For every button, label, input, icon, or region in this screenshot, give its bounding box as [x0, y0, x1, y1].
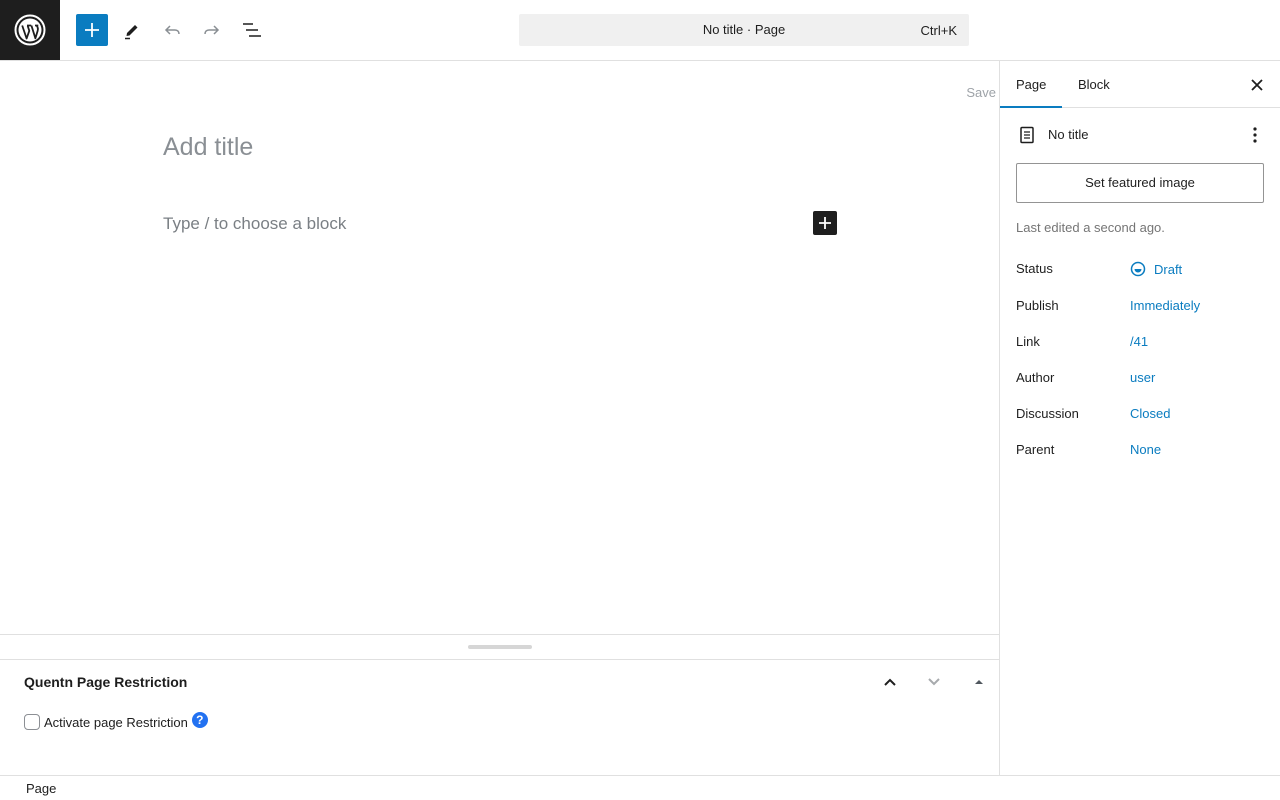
document-summary: No title	[1017, 123, 1267, 147]
link-row: Link /41	[1016, 334, 1266, 354]
undo-button[interactable]	[156, 14, 188, 46]
pencil-icon	[125, 25, 138, 40]
command-palette-bar[interactable]: No title · Page Ctrl+K	[519, 14, 969, 46]
status-label: Status	[1016, 261, 1053, 276]
settings-sidebar: Page Block No title Set featured image L…	[999, 61, 1280, 775]
redo-button[interactable]	[196, 14, 228, 46]
redo-icon	[204, 25, 220, 35]
status-value-text: Draft	[1154, 261, 1183, 277]
list-view-icon	[243, 23, 261, 37]
editor-footer: Page	[0, 775, 1280, 800]
parent-label: Parent	[1016, 442, 1055, 457]
tab-page[interactable]: Page	[1000, 61, 1063, 108]
status-value[interactable]: Draft	[1130, 261, 1182, 277]
discussion-row: Discussion Closed	[1016, 406, 1266, 426]
sidebar-document-title: No title	[1048, 127, 1089, 142]
link-value[interactable]: /41	[1130, 334, 1148, 349]
tab-block[interactable]: Block	[1062, 61, 1126, 108]
sidebar-tabs: Page Block	[1000, 61, 1280, 108]
author-label: Author	[1016, 370, 1055, 385]
plus-icon	[819, 217, 831, 229]
wordpress-logo-button[interactable]	[0, 0, 60, 60]
undo-icon	[164, 25, 180, 35]
author-row: Author user	[1016, 370, 1266, 390]
status-row: Status Draft	[1016, 261, 1266, 281]
parent-value[interactable]: None	[1130, 442, 1161, 457]
tools-button[interactable]	[116, 14, 148, 46]
page-icon	[1020, 126, 1034, 144]
document-title: No title · Page	[702, 22, 786, 37]
toggle-panel-button[interactable]	[967, 670, 991, 694]
meta-box-panel: Quentn Page Restriction Activate page Re…	[0, 660, 999, 775]
close-icon	[1251, 79, 1263, 91]
activate-restriction-checkbox[interactable]	[24, 714, 40, 730]
triangle-up-icon	[975, 680, 983, 684]
publish-row: Publish Immediately	[1016, 298, 1266, 318]
meta-box-resize-bar	[0, 634, 999, 660]
publish-label: Publish	[1016, 298, 1059, 313]
chevron-up-icon	[884, 678, 896, 686]
discussion-label: Discussion	[1016, 406, 1079, 421]
document-overview-button[interactable]	[236, 14, 268, 46]
move-down-button[interactable]	[922, 670, 946, 694]
link-label: Link	[1016, 334, 1040, 349]
document-actions-button[interactable]	[1243, 123, 1267, 147]
discussion-value[interactable]: Closed	[1130, 406, 1170, 421]
default-block-appender[interactable]: Type / to choose a block	[163, 214, 346, 234]
help-icon[interactable]: ?	[191, 712, 208, 728]
move-up-button[interactable]	[878, 670, 902, 694]
author-value[interactable]: user	[1130, 370, 1155, 385]
save-draft-button[interactable]: Save	[966, 85, 996, 100]
set-featured-image-button[interactable]: Set featured image	[1016, 163, 1264, 203]
meta-box-title: Quentn Page Restriction	[24, 674, 188, 690]
shortcut-hint: Ctrl+K	[920, 23, 957, 38]
editor-header: No title · Page Ctrl+K	[0, 0, 1280, 61]
post-title-input[interactable]: Add title	[163, 133, 253, 162]
block-inserter-button[interactable]	[76, 14, 108, 46]
more-vertical-icon	[1253, 127, 1257, 143]
publish-value[interactable]: Immediately	[1130, 298, 1200, 313]
parent-row: Parent None	[1016, 442, 1266, 462]
chevron-down-icon	[928, 678, 940, 686]
draft-status-icon	[1130, 261, 1146, 277]
editor-canvas: Save Add title Type / to choose a block	[0, 61, 999, 634]
resize-handle[interactable]	[468, 645, 532, 649]
breadcrumb[interactable]: Page	[26, 781, 56, 796]
activate-restriction-label: Activate page Restriction	[44, 714, 188, 730]
plus-icon	[85, 23, 99, 37]
wordpress-logo-icon	[14, 14, 46, 46]
inline-block-inserter-button[interactable]	[813, 211, 837, 235]
restriction-row: Activate page Restriction ?	[24, 712, 208, 730]
last-edited-text: Last edited a second ago.	[1016, 220, 1165, 235]
close-settings-button[interactable]	[1245, 73, 1269, 97]
